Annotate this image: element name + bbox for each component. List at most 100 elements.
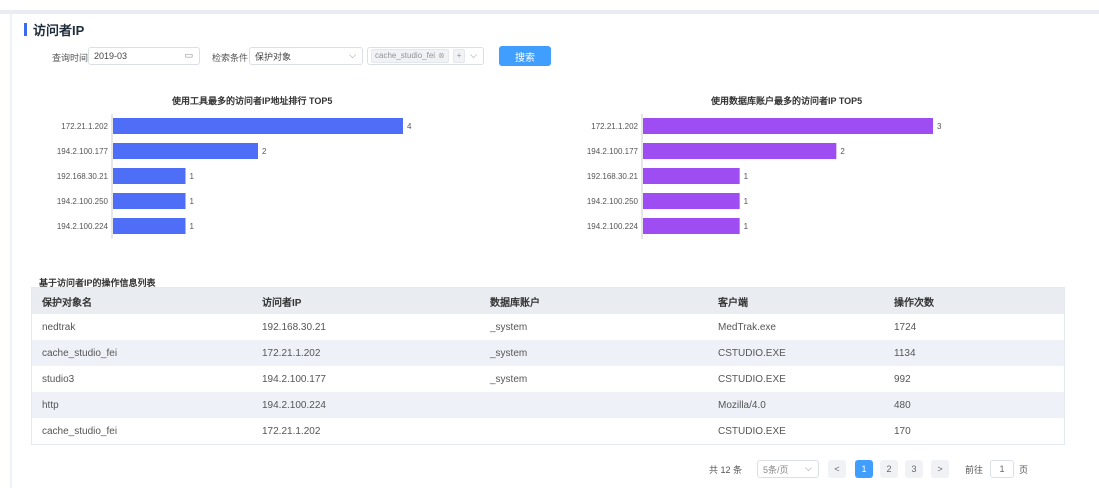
- bar[interactable]: [113, 168, 186, 184]
- bar[interactable]: [643, 168, 740, 184]
- cell-protected-object: studio3: [42, 373, 75, 385]
- condition-select-value: 保护对象: [255, 51, 292, 62]
- cell-client: CSTUDIO.EXE: [718, 373, 786, 385]
- data-label: 1: [744, 197, 749, 206]
- cell-op-count: 1134: [884, 340, 1065, 366]
- y-tick-label: 194.2.100.177: [587, 147, 639, 156]
- data-label: 1: [744, 222, 749, 231]
- left-border: [10, 14, 12, 488]
- chart-2-title: 使用数据库账户最多的访问者IP TOP5: [711, 96, 863, 106]
- search-button[interactable]: 搜索: [499, 46, 551, 66]
- data-label: 3: [937, 122, 942, 131]
- bar[interactable]: [643, 118, 933, 134]
- cell-op-count: 170: [894, 425, 911, 437]
- cell-visitor-ip: 194.2.100.177: [262, 373, 326, 385]
- tag-close-icon[interactable]: ⊗: [438, 50, 445, 62]
- cell-visitor-ip: 172.21.1.202: [262, 425, 321, 437]
- chevron-down-icon: ⌵: [470, 50, 477, 60]
- bar[interactable]: [113, 118, 403, 134]
- chevron-down-icon: ⌵: [349, 50, 356, 60]
- chart-2: 172.21.1.202 3 194.2.100.177 2 192.168.30.21…: [587, 114, 942, 239]
- page-title: 访问者IP: [24, 20, 84, 39]
- y-tick-label: 194.2.100.224: [57, 222, 109, 231]
- bar[interactable]: [643, 193, 740, 209]
- goto-label: 前往: [965, 464, 984, 475]
- cell-client: MedTrak.exe: [718, 321, 776, 333]
- cell-client: CSTUDIO.EXE: [718, 425, 786, 437]
- y-tick-label: 192.168.30.21: [587, 172, 639, 181]
- y-tick-label: 194.2.100.177: [57, 147, 109, 156]
- data-label: 1: [190, 172, 195, 181]
- page-2-button[interactable]: 2: [880, 460, 898, 478]
- cell-protected-object: cache_studio_fei: [31, 340, 252, 366]
- page-size-select[interactable]: 5条/页 ⌵: [757, 460, 819, 478]
- cell-visitor-ip: 172.21.1.202: [252, 340, 480, 366]
- page-1-button[interactable]: 1: [855, 460, 873, 478]
- col-visitor-ip[interactable]: 访问者IP: [252, 287, 480, 314]
- table-header-row: 保护对象名 访问者IP 数据库账户 客户端 操作次数: [31, 287, 1065, 314]
- goto-page-value: 1: [999, 464, 1005, 474]
- cell-protected-object: http: [31, 392, 252, 418]
- prev-page-button[interactable]: <: [828, 460, 846, 478]
- data-label: 4: [407, 122, 412, 131]
- cell-protected-object: nedtrak: [42, 321, 76, 333]
- y-tick-label: 172.21.1.202: [591, 122, 638, 131]
- cell-op-count: 992: [894, 373, 911, 385]
- goto-suffix: 页: [1019, 464, 1029, 475]
- page-title-text: 访问者IP: [33, 23, 85, 38]
- more-tag: +: [452, 49, 466, 63]
- selected-tag: cache_studio_fei ⊗: [371, 49, 449, 63]
- bar[interactable]: [113, 193, 186, 209]
- cell-protected-object: cache_studio_fei: [42, 425, 118, 437]
- selected-tag-text: cache_studio_fei: [375, 51, 436, 60]
- data-label: 1: [190, 197, 195, 206]
- data-label: 1: [744, 172, 749, 181]
- chart-1-title: 使用工具最多的访问者IP地址排行 TOP5: [172, 96, 333, 106]
- table-row[interactable]: http 194.2.100.224 Mozilla/4.0 480: [31, 392, 1065, 418]
- cell-db-account: _system: [480, 340, 708, 366]
- bar[interactable]: [643, 143, 837, 159]
- table-row[interactable]: studio3 194.2.100.177 _system CSTUDIO.EXE 99…: [32, 366, 1065, 392]
- col-client[interactable]: 客户端: [708, 287, 884, 314]
- bar[interactable]: [643, 218, 740, 234]
- top-border: [0, 10, 1099, 14]
- page-3-button[interactable]: 3: [905, 460, 923, 478]
- cell-client: CSTUDIO.EXE: [708, 340, 884, 366]
- goto-page-input[interactable]: 1: [990, 460, 1014, 478]
- table-row[interactable]: cache_studio_fei 172.21.1.202 _system CSTUD…: [31, 340, 1065, 366]
- table-row[interactable]: cache_studio_fei 172.21.1.202 CSTUDIO.EXE 1…: [32, 418, 1065, 445]
- table-row[interactable]: nedtrak 192.168.30.21 _system MedTrak.exe 17…: [32, 314, 1065, 340]
- date-label: 查询时间: [52, 53, 89, 63]
- date-picker[interactable]: 2019-03 ▭: [88, 47, 200, 65]
- cell-visitor-ip: 194.2.100.224: [252, 392, 480, 418]
- y-tick-label: 172.21.1.202: [61, 122, 108, 131]
- date-value: 2019-03: [94, 51, 128, 61]
- data-label: 2: [262, 147, 267, 156]
- tag-select[interactable]: cache_studio_fei ⊗ + ⌵: [367, 47, 484, 65]
- y-tick-label: 192.168.30.21: [57, 172, 109, 181]
- cell-visitor-ip: 192.168.30.21: [262, 321, 326, 333]
- page-size-value: 5条/页: [763, 464, 789, 475]
- col-protected-object[interactable]: 保护对象名: [31, 287, 252, 314]
- data-label: 1: [190, 222, 195, 231]
- cell-db-account: [480, 392, 708, 418]
- cell-op-count: 1724: [894, 321, 917, 333]
- ip-operations-table: 保护对象名 访问者IP 数据库账户 客户端 操作次数 nedtrak 192.16…: [31, 287, 1065, 445]
- data-label: 2: [840, 147, 845, 156]
- chevron-down-icon: ⌵: [805, 463, 812, 473]
- condition-select[interactable]: 保护对象 ⌵: [249, 47, 363, 65]
- y-tick-label: 194.2.100.250: [587, 197, 639, 206]
- col-op-count[interactable]: 操作次数: [884, 287, 1065, 314]
- calendar-icon: ▭: [184, 50, 193, 60]
- cell-db-account: _system: [490, 373, 528, 385]
- col-db-account[interactable]: 数据库账户: [480, 287, 708, 314]
- y-tick-label: 194.2.100.224: [587, 222, 639, 231]
- pagination-total: 共 12 条: [709, 464, 743, 475]
- condition-label: 检索条件: [212, 53, 249, 63]
- bar[interactable]: [113, 218, 186, 234]
- next-page-button[interactable]: >: [931, 460, 949, 478]
- cell-db-account: _system: [490, 321, 528, 333]
- chart-1: 172.21.1.202 4 194.2.100.177 2 192.168.30.21…: [57, 114, 412, 239]
- title-accent-bar: [24, 23, 27, 36]
- bar[interactable]: [113, 143, 258, 159]
